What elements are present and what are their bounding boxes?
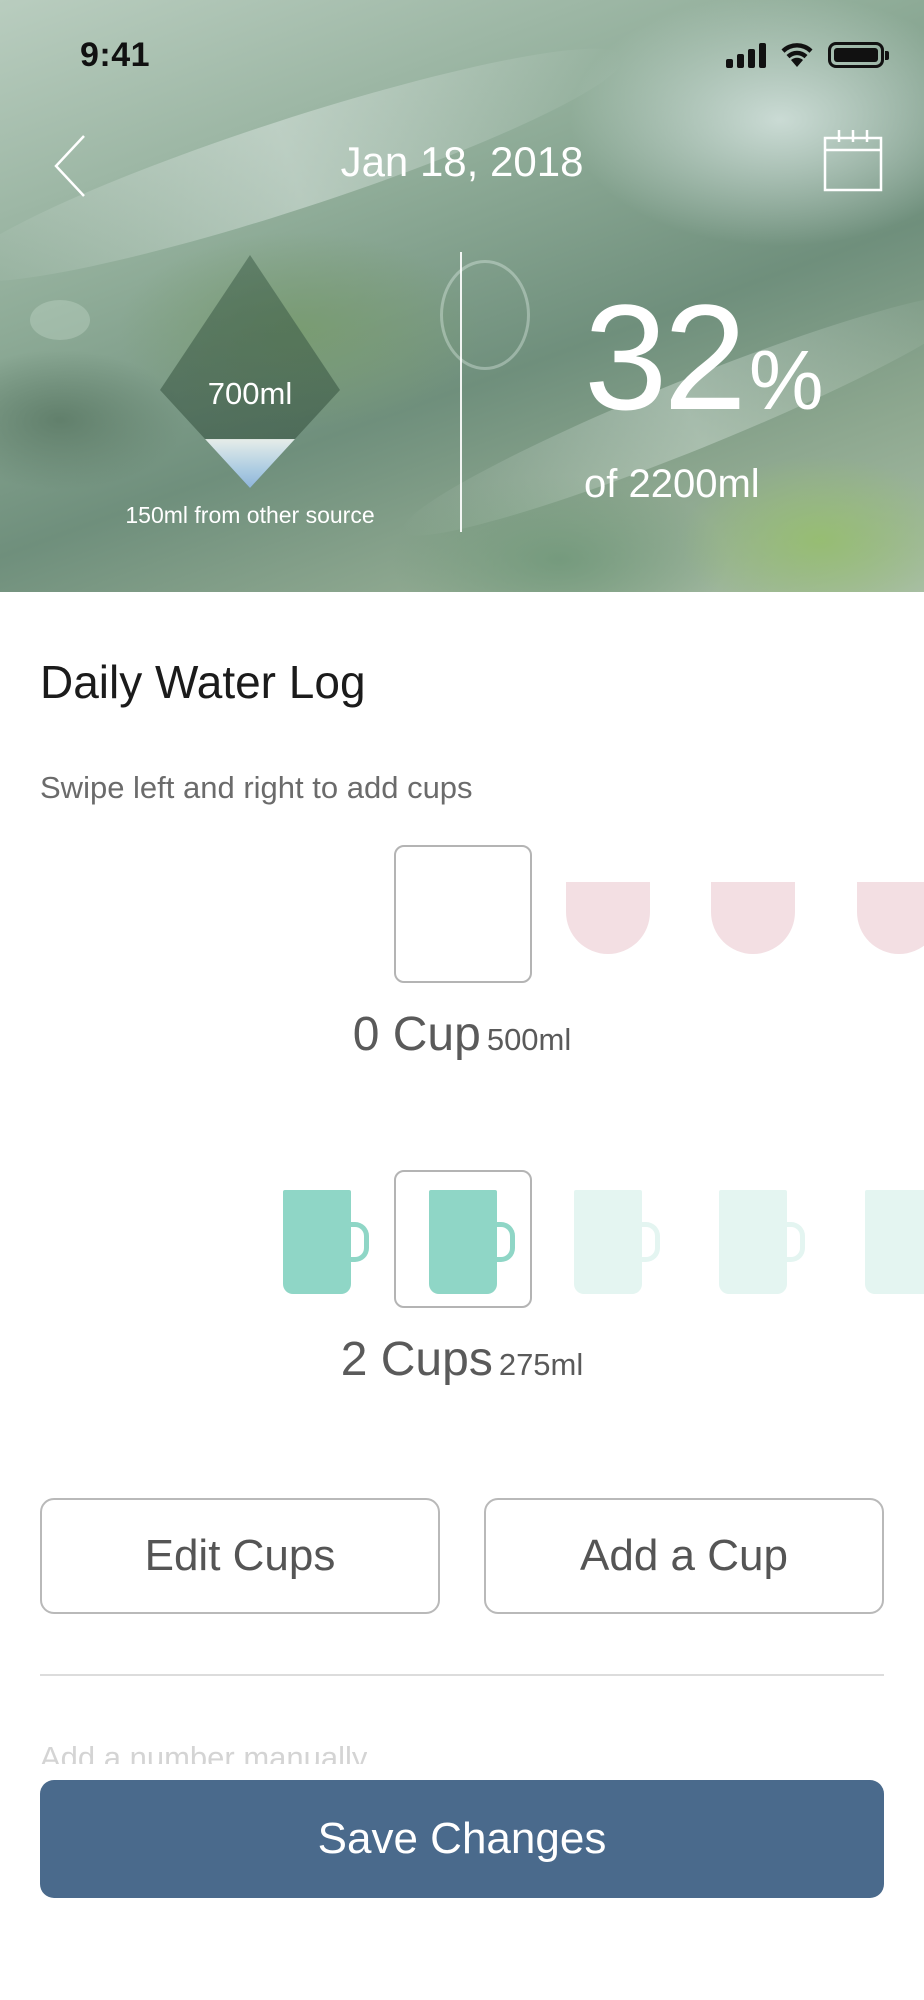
mug-count-label: 2 Cups — [340, 1333, 493, 1386]
bowl-icon[interactable] — [857, 882, 924, 954]
edit-cups-button[interactable]: Edit Cups — [40, 1498, 440, 1614]
percent-value: 32 — [584, 273, 747, 441]
bowl-count-label: 0 Cup — [352, 1008, 481, 1061]
water-drop-icon — [160, 255, 340, 488]
mug-volume-label: 275ml — [498, 1347, 584, 1382]
add-cup-button[interactable]: Add a Cup — [484, 1498, 884, 1614]
mug-icon[interactable] — [429, 1190, 519, 1294]
daily-goal-label: of 2200ml — [584, 462, 760, 506]
top-nav: Jan 18, 2018 — [0, 120, 924, 210]
gauge-volume-label: 700ml — [207, 376, 293, 411]
wifi-icon — [781, 43, 813, 67]
mug-icon[interactable] — [719, 1190, 809, 1294]
status-time: 9:41 — [80, 36, 151, 74]
status-bar: 9:41 — [0, 0, 924, 110]
section-title: Daily Water Log — [40, 656, 366, 708]
bowl-volume-label: 500ml — [486, 1022, 572, 1057]
battery-icon — [828, 42, 889, 68]
calendar-button[interactable] — [820, 124, 886, 196]
save-changes-button[interactable]: Save Changes — [40, 1780, 884, 1898]
percent-display: 32% — [584, 282, 824, 432]
mug-icon[interactable] — [283, 1190, 373, 1294]
bowl-icon[interactable] — [711, 882, 795, 954]
mug-count-row: 2 Cups 275ml — [0, 1332, 924, 1387]
bowl-icon[interactable] — [566, 882, 650, 954]
mug-icon[interactable] — [574, 1190, 664, 1294]
calendar-icon — [823, 130, 883, 192]
section-divider — [40, 1674, 884, 1676]
water-level-gauge: 700ml — [150, 250, 350, 495]
manual-entry-link[interactable]: Add a number manually — [40, 1740, 367, 1764]
other-source-label: 150ml from other source — [125, 502, 375, 528]
status-icons — [726, 42, 889, 68]
background-droplet — [440, 260, 530, 370]
mug-icon[interactable] — [865, 1190, 924, 1294]
selected-cup-slot[interactable] — [394, 845, 532, 983]
date-title: Jan 18, 2018 — [340, 138, 584, 185]
cellular-signal-icon — [726, 42, 766, 68]
header-divider — [460, 252, 462, 532]
header-hero: 9:41 Jan 18, 2018 700ml 150ml from other… — [0, 0, 924, 592]
swipe-hint: Swipe left and right to add cups — [40, 770, 473, 805]
bowl-count-row: 0 Cup 500ml — [0, 1007, 924, 1062]
percent-sign: % — [748, 333, 824, 427]
background-droplet — [30, 300, 90, 340]
